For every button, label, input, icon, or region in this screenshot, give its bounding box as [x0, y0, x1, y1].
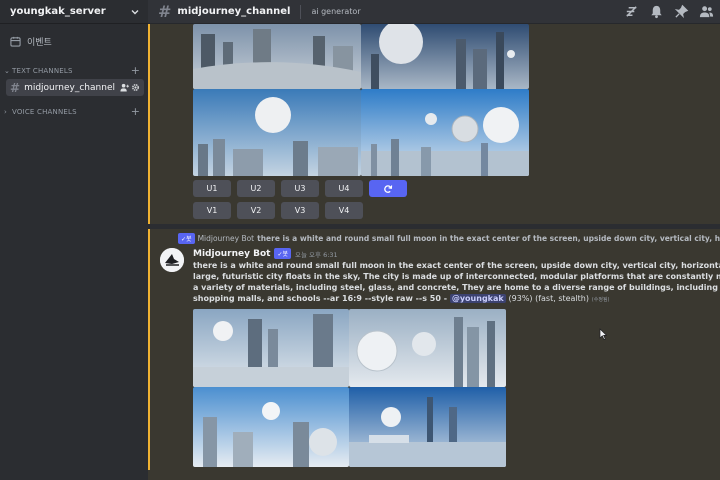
- sidebar-item-midjourney-channel[interactable]: # midjourney_channel: [6, 79, 144, 96]
- channel-header: # midjourney_channel ai generator: [148, 0, 720, 24]
- channel-topic[interactable]: ai generator: [311, 7, 360, 16]
- message-list: U1 U2 U3 U4 V1 V2 V3 V4 ✓봇 Midjourney Bo…: [148, 24, 720, 480]
- reply-text: there is a white and round small full mo…: [257, 234, 720, 243]
- upscale-button-4[interactable]: U4: [325, 180, 363, 197]
- header-divider: [300, 4, 302, 19]
- generated-image-1[interactable]: [193, 24, 361, 89]
- author-name[interactable]: Midjourney Bot: [193, 249, 270, 259]
- generated-image-2[interactable]: [361, 24, 529, 89]
- mouse-cursor: [599, 328, 607, 340]
- variation-button-2[interactable]: V2: [237, 202, 275, 219]
- reply-author: Midjourney Bot: [197, 234, 255, 243]
- gear-icon[interactable]: [131, 83, 140, 92]
- header-toolbar: [624, 4, 714, 19]
- category-voice-channels[interactable]: › VOICE CHANNELS +: [4, 106, 140, 117]
- channel-title: midjourney_channel: [177, 6, 291, 17]
- calendar-icon: [10, 36, 21, 47]
- chevron-down-icon: ⌄: [4, 67, 10, 75]
- upscale-button-1[interactable]: U1: [193, 180, 231, 197]
- avatar[interactable]: [160, 248, 184, 272]
- variation-button-1[interactable]: V1: [193, 202, 231, 219]
- person-add-icon[interactable]: [120, 83, 129, 92]
- sidebar-item-label: midjourney_channel: [24, 82, 115, 93]
- variation-button-4[interactable]: V4: [325, 202, 363, 219]
- message-header: Midjourney Bot ✓봇 오늘 오후 6:31: [193, 248, 338, 259]
- channel-sidebar: 이벤트 ⌄ TEXT CHANNELS + # midjourney_chann…: [0, 24, 148, 480]
- message-text-line: there is a white and round small full mo…: [193, 261, 720, 270]
- progress-status: (93%) (fast, stealth): [508, 294, 589, 303]
- server-header[interactable]: youngkak_server: [0, 0, 148, 24]
- hash-icon: #: [158, 2, 172, 21]
- events-link[interactable]: 이벤트: [10, 35, 52, 48]
- variation-button-3[interactable]: V3: [281, 202, 319, 219]
- members-icon[interactable]: [699, 4, 714, 19]
- message-text-line: shopping malls, and schools --ar 16:9 --…: [193, 294, 610, 303]
- pin-icon[interactable]: [674, 4, 689, 19]
- upscale-button-2[interactable]: U2: [237, 180, 275, 197]
- message-text-line: a variety of materials, including steel,…: [193, 283, 720, 292]
- hash-icon: #: [10, 80, 21, 95]
- category-text-channels[interactable]: ⌄ TEXT CHANNELS +: [4, 65, 140, 76]
- category-label: TEXT CHANNELS: [12, 67, 73, 75]
- add-channel-icon[interactable]: +: [131, 106, 140, 117]
- generated-image-6[interactable]: [349, 309, 506, 387]
- chevron-right-icon: ›: [4, 108, 7, 116]
- reply-reference[interactable]: ✓봇 Midjourney Bot there is a white and r…: [178, 233, 720, 244]
- reroll-button[interactable]: [369, 180, 407, 197]
- mention-highlight-bar: [148, 24, 150, 224]
- refresh-icon: [384, 184, 393, 193]
- threads-icon[interactable]: [624, 4, 639, 19]
- message-text: shopping malls, and schools --ar 16:9 --…: [193, 294, 448, 303]
- chevron-down-icon[interactable]: [130, 7, 140, 17]
- server-name: youngkak_server: [10, 6, 106, 17]
- mention-highlight-bar: [148, 229, 150, 470]
- bot-badge: ✓봇: [178, 233, 195, 244]
- category-label: VOICE CHANNELS: [12, 108, 77, 116]
- generated-image-3[interactable]: [193, 89, 361, 176]
- top-bar: youngkak_server # midjourney_channel ai …: [0, 0, 720, 24]
- upscale-button-3[interactable]: U3: [281, 180, 319, 197]
- generated-image-4[interactable]: [361, 89, 529, 176]
- generated-image-7[interactable]: [193, 387, 349, 467]
- bell-icon[interactable]: [649, 4, 664, 19]
- message-text-line: large, futuristic city floats in the sky…: [193, 272, 720, 281]
- user-mention[interactable]: @youngkak: [449, 294, 506, 303]
- generated-image-8[interactable]: [349, 387, 506, 467]
- edited-tag: (수정됨): [591, 297, 610, 303]
- generated-image-5[interactable]: [193, 309, 349, 387]
- events-label: 이벤트: [27, 38, 52, 48]
- add-channel-icon[interactable]: +: [131, 65, 140, 76]
- bot-badge: ✓봇: [274, 248, 292, 259]
- timestamp: 오늘 오후 6:31: [295, 250, 338, 259]
